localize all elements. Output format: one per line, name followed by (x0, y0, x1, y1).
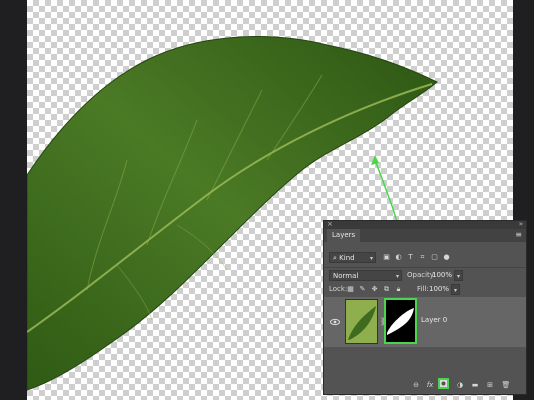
layer-row[interactable]: ⛓ Layer 0 (324, 297, 526, 347)
chevron-down-icon: ▾ (456, 273, 460, 280)
lock-label: Lock: (329, 285, 348, 293)
panel-tabs: Layers ≡ (324, 229, 526, 242)
opacity-dropdown[interactable]: ▾ (454, 270, 463, 281)
chevron-down-icon: ▾ (453, 287, 457, 294)
lock-all-icon[interactable]: 🔒︎ (394, 285, 403, 294)
filter-toggle-icon[interactable]: ● (442, 253, 451, 262)
fill-input[interactable]: 100% (429, 284, 451, 295)
layers-panel: × » Layers ≡ ⌕ Kind ▾ ▣ ◐ T ⌗ ▢ ● Normal… (323, 220, 527, 395)
adjustment-layer-icon[interactable]: ◑ (455, 380, 465, 390)
mask-shape (387, 308, 414, 335)
new-layer-icon[interactable]: ⊞ (485, 380, 495, 390)
fill-label: Fill: (417, 285, 429, 293)
opacity-input[interactable]: 100% (432, 270, 454, 281)
mask-glyph (440, 380, 447, 387)
lock-position-icon[interactable]: ✥ (370, 285, 379, 294)
smart-object-filter-icon[interactable]: ▢ (430, 253, 439, 262)
lock-row: Lock: ▦ ✎ ✥ ⧉ 🔒︎ Fill: 100% ▾ (324, 282, 526, 298)
filter-row: ⌕ Kind ▾ ▣ ◐ T ⌗ ▢ ● (324, 250, 526, 266)
link-layers-icon[interactable]: ⊖ (411, 380, 421, 390)
lock-pixels-icon[interactable]: ✎ (358, 285, 367, 294)
layer-name[interactable]: Layer 0 (421, 316, 447, 324)
eye-icon[interactable] (330, 317, 340, 327)
layer-mask-thumbnail[interactable] (384, 298, 417, 344)
close-icon[interactable]: × (327, 220, 333, 228)
tab-layers[interactable]: Layers (327, 229, 361, 242)
collapse-icon[interactable]: » (519, 220, 523, 228)
delete-icon[interactable]: 🗑︎ (501, 380, 511, 390)
lock-artboard-icon[interactable]: ⧉ (382, 285, 391, 294)
kind-label: Kind (339, 254, 355, 262)
fx-icon[interactable]: fx (425, 380, 435, 390)
lock-transparency-icon[interactable]: ▦ (346, 285, 355, 294)
blend-mode-value: Normal (333, 272, 359, 280)
type-filter-icon[interactable]: T (406, 253, 415, 262)
kind-filter-select[interactable]: ⌕ Kind ▾ (329, 252, 376, 263)
panel-bottom-bar: ⊖ fx ◑ ▬ ⊞ 🗑︎ (324, 376, 526, 394)
adjustment-filter-icon[interactable]: ◐ (394, 253, 403, 262)
panel-menu-icon[interactable]: ≡ (515, 230, 522, 239)
fill-dropdown[interactable]: ▾ (451, 284, 460, 295)
group-icon[interactable]: ▬ (470, 380, 480, 390)
blend-mode-select[interactable]: Normal ▾ (329, 270, 402, 281)
add-mask-icon[interactable] (438, 378, 449, 389)
image-filter-icon[interactable]: ▣ (382, 253, 391, 262)
shape-filter-icon[interactable]: ⌗ (418, 253, 427, 262)
chevron-down-icon: ▾ (369, 255, 373, 262)
leaf-thumbnail-image (348, 306, 376, 340)
panel-titlebar: × » (324, 220, 526, 229)
layer-thumbnail[interactable] (345, 299, 378, 344)
chevron-down-icon: ▾ (395, 273, 399, 280)
